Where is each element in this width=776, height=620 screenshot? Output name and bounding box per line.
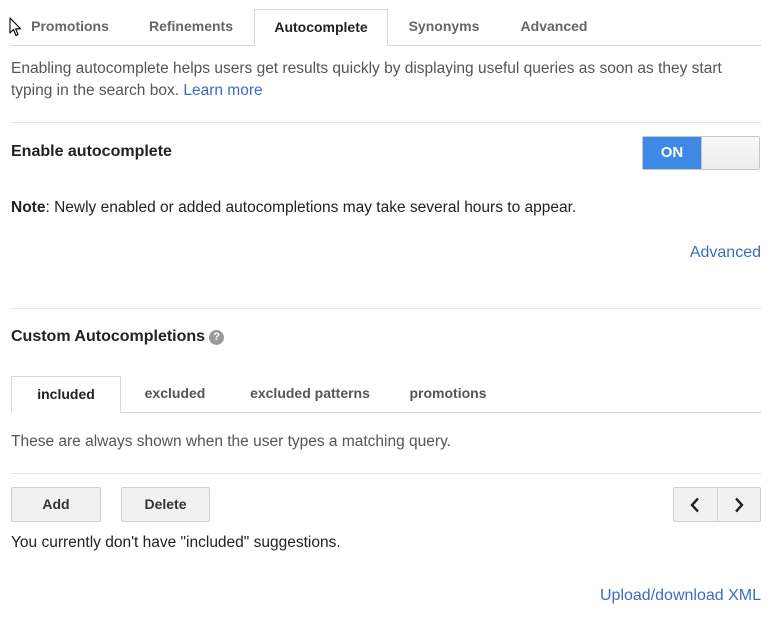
- divider: [11, 122, 761, 123]
- note-label: Note: [11, 199, 46, 216]
- divider: [11, 473, 761, 474]
- empty-state-message: You currently don't have "included" sugg…: [11, 534, 341, 551]
- pagination-controls: [673, 487, 761, 522]
- learn-more-link[interactable]: Learn more: [183, 82, 262, 99]
- custom-autocompletions-title: Custom Autocompletions: [11, 328, 206, 345]
- enable-autocomplete-label: Enable autocomplete: [11, 143, 172, 160]
- tab-included[interactable]: included: [11, 376, 121, 413]
- chevron-left-icon: [690, 497, 699, 513]
- tab-synonyms[interactable]: Synonyms: [391, 9, 497, 44]
- custom-autocompletions-heading: Custom Autocompletions?: [11, 328, 225, 346]
- toggle-knob: [701, 137, 759, 169]
- tab-excluded[interactable]: excluded: [123, 376, 227, 411]
- help-icon[interactable]: ?: [209, 330, 225, 345]
- tab-excluded-patterns[interactable]: excluded patterns: [233, 376, 387, 411]
- autocomplete-description: Enabling autocomplete helps users get re…: [11, 58, 763, 102]
- note-text: : Newly enabled or added autocompletions…: [45, 199, 577, 216]
- autocomplete-note: Note: Newly enabled or added autocomplet…: [11, 199, 576, 217]
- add-button[interactable]: Add: [11, 487, 101, 522]
- divider: [11, 308, 761, 309]
- autocomplete-description-text: Enabling autocomplete helps users get re…: [11, 60, 722, 99]
- autocomplete-settings-page: Promotions Refinements Autocomplete Syno…: [0, 0, 776, 620]
- upload-download-xml-link[interactable]: Upload/download XML: [600, 587, 761, 605]
- toggle-on-label: ON: [643, 137, 701, 169]
- tab-autocomplete[interactable]: Autocomplete: [254, 9, 388, 46]
- previous-page-button[interactable]: [674, 488, 717, 521]
- settings-tabs: Promotions Refinements Autocomplete Syno…: [11, 9, 761, 46]
- enable-autocomplete-toggle[interactable]: ON: [642, 136, 760, 170]
- tab-promotions[interactable]: promotions: [393, 376, 503, 411]
- chevron-right-icon: [735, 497, 744, 513]
- included-description: These are always shown when the user typ…: [11, 433, 451, 450]
- custom-autocompletion-tabs: included excluded excluded patterns prom…: [11, 376, 761, 413]
- next-page-button[interactable]: [718, 488, 761, 521]
- tab-refinements[interactable]: Refinements: [131, 9, 251, 44]
- tab-promotions[interactable]: Promotions: [11, 9, 129, 44]
- advanced-link[interactable]: Advanced: [690, 244, 761, 262]
- delete-button[interactable]: Delete: [121, 487, 210, 522]
- tab-advanced[interactable]: Advanced: [501, 9, 607, 44]
